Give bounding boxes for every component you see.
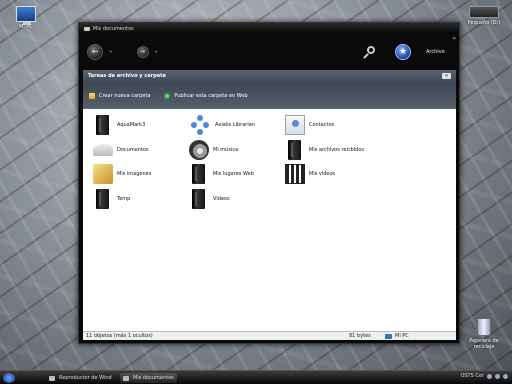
desktop-icon-mypc[interactable]: Mi PC <box>4 6 48 30</box>
file-item[interactable]: Axialis Librarian <box>189 114 289 136</box>
taskbar-button-mis-documentos[interactable]: Mis documentos <box>120 373 177 383</box>
file-item[interactable]: Mis lugares Web <box>189 163 289 185</box>
status-bar: 11 objetos (más 1 ocultos) 81 bytes Mi P… <box>83 331 456 340</box>
task-label: Crear nueva carpeta <box>99 92 151 99</box>
videos-icon <box>285 164 305 184</box>
file-label: Mis vídeos <box>309 171 336 177</box>
archivo-menu[interactable]: Archivo <box>426 49 445 55</box>
arrow-left-icon: ← <box>91 47 99 56</box>
contacts-icon <box>285 115 305 135</box>
file-label: Temp <box>117 196 131 202</box>
axialis-dot <box>203 122 209 128</box>
music-icon <box>189 140 209 160</box>
desktop-icon-drive-d[interactable]: Pequeño (D:) <box>462 6 506 26</box>
back-button[interactable]: ← <box>87 44 103 60</box>
file-label: Axialis Librarian <box>215 122 255 128</box>
title-bar[interactable]: Mis documentos <box>79 23 459 34</box>
explorer-window: Mis documentos ← • → • ★ Archivo » Tarea… <box>78 22 460 344</box>
forward-dropdown[interactable]: • <box>155 49 159 56</box>
folder-icon <box>96 115 109 135</box>
search-button[interactable] <box>363 46 377 60</box>
task-publish-web[interactable]: Publicar esta carpeta en Web <box>164 92 248 99</box>
computer-icon <box>16 6 36 25</box>
globe-icon <box>164 92 171 99</box>
toolbar: ← • → • ★ Archivo » <box>79 34 459 70</box>
file-item[interactable]: AquaMark3 <box>93 114 193 136</box>
taskpane-header[interactable]: Tareas de archivo y carpeta « <box>83 70 456 82</box>
folder-icon <box>96 189 109 209</box>
taskbar-button-media-player[interactable]: Reproductor de Wind <box>46 373 115 383</box>
file-label: AquaMark3 <box>117 122 146 128</box>
file-label: Mis archivos recibidos <box>309 147 364 153</box>
back-dropdown[interactable]: • <box>109 49 113 56</box>
volume-icon[interactable] <box>495 373 500 379</box>
axialis-dot <box>191 122 197 128</box>
folder-icon <box>84 26 90 31</box>
star-icon: ★ <box>398 47 408 57</box>
arrow-right-icon: → <box>140 48 146 55</box>
status-location-label: Mi PC <box>395 333 409 339</box>
axialis-icon <box>189 115 211 135</box>
task-new-folder[interactable]: Crear nueva carpeta <box>89 92 151 99</box>
tray-text: OSTS Cer <box>460 373 484 379</box>
taskpane-collapse-button[interactable]: « <box>442 73 451 79</box>
taskbar: Reproductor de Wind Mis documentos OSTS … <box>0 370 512 384</box>
magnifier-handle <box>363 53 369 59</box>
media-player-icon <box>49 375 55 381</box>
network-icon[interactable] <box>487 373 492 379</box>
content-area: Tareas de archivo y carpeta « Crear nuev… <box>83 70 456 340</box>
file-label: Mis imágenes <box>117 171 152 177</box>
magnifier-icon <box>367 46 375 54</box>
images-icon <box>93 164 113 184</box>
taskbar-button-label: Mis documentos <box>133 375 174 381</box>
file-item[interactable]: Vídeos <box>189 188 289 210</box>
file-label: Contactos <box>309 122 335 128</box>
new-folder-icon <box>89 92 95 99</box>
computer-icon <box>385 333 392 339</box>
file-item[interactable]: Mis vídeos <box>285 163 385 185</box>
task-label: Publicar esta carpeta en Web <box>174 92 248 99</box>
file-item[interactable]: Mis imágenes <box>93 163 193 185</box>
start-button[interactable] <box>3 373 15 383</box>
recycle-bin-icon <box>477 318 491 336</box>
taskpane-title: Tareas de archivo y carpeta <box>88 73 166 79</box>
folder-icon <box>192 164 205 184</box>
file-label: Vídeos <box>213 196 230 202</box>
expand-toolbar-button[interactable]: » <box>452 35 456 42</box>
desktop-icon-label: Papelera de reciclaje <box>469 338 499 350</box>
file-label: Mi música <box>213 147 239 153</box>
taskpane-body: Crear nueva carpeta Publicar esta carpet… <box>83 82 456 109</box>
folder-icon <box>288 140 301 160</box>
desktop-icon-recycle-bin[interactable]: Papelera de reciclaje <box>462 318 506 350</box>
file-label: Documentos <box>117 147 149 153</box>
file-list: AquaMark3 Axialis Librarian Contactos Do… <box>89 114 455 294</box>
desktop-icon-label: Pequeño (D:) <box>467 20 501 26</box>
documents-icon <box>93 144 113 156</box>
forward-button[interactable]: → <box>136 46 149 58</box>
system-tray: OSTS Cer <box>460 373 508 379</box>
taskbar-button-label: Reproductor de Wind <box>59 375 112 381</box>
folder-icon <box>123 375 129 381</box>
file-item[interactable]: Contactos <box>285 114 385 136</box>
axialis-dot <box>197 129 203 135</box>
folders-button[interactable]: ★ <box>395 44 411 60</box>
axialis-dot <box>197 115 203 121</box>
file-item[interactable]: Mis archivos recibidos <box>285 139 385 161</box>
security-icon[interactable] <box>503 373 508 379</box>
drive-icon <box>469 6 499 18</box>
file-label: Mis lugares Web <box>213 171 254 177</box>
status-location: Mi PC <box>385 333 409 339</box>
file-item[interactable]: Mi música <box>189 139 289 161</box>
file-item[interactable]: Documentos <box>93 139 193 161</box>
status-object-count: 11 objetos (más 1 ocultos) <box>86 333 153 339</box>
folder-icon <box>192 189 205 209</box>
file-item[interactable]: Temp <box>93 188 193 210</box>
status-size: 81 bytes <box>349 333 371 339</box>
window-title: Mis documentos <box>93 25 134 32</box>
